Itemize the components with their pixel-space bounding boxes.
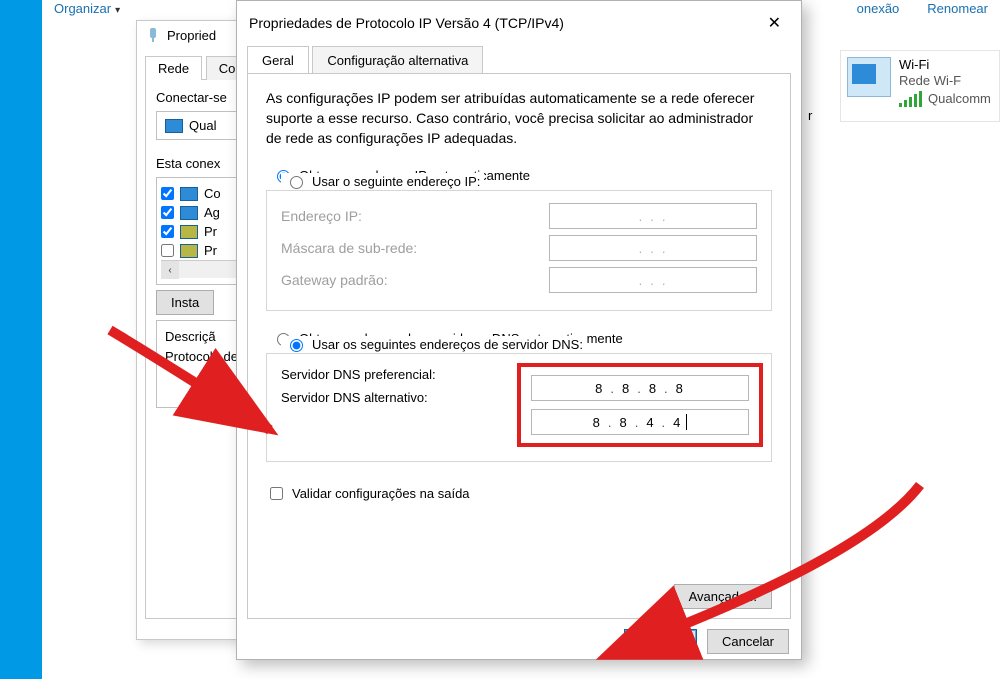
- rename-link[interactable]: Renomear: [927, 1, 988, 16]
- protocol-label: Co: [204, 186, 221, 201]
- radio-dns-manual[interactable]: [290, 339, 303, 352]
- protocol-checkbox[interactable]: [161, 225, 174, 238]
- dns-alternate-field[interactable]: 8. 8. 4. 4: [531, 409, 749, 435]
- wifi-adapter-icon: [847, 57, 891, 97]
- cancel-button[interactable]: Cancelar: [707, 629, 789, 654]
- protocol-label: Pr: [204, 243, 217, 258]
- adapter-window-title: Propried: [167, 28, 216, 43]
- desktop-blue-strip: [0, 0, 42, 679]
- protocol-icon: [180, 187, 198, 201]
- advanced-button[interactable]: Avançado...: [674, 584, 772, 609]
- signal-bars-icon: [899, 91, 922, 107]
- protocol-checkbox[interactable]: [161, 187, 174, 200]
- close-button[interactable]: ✕: [760, 11, 789, 35]
- wifi-name: Wi-Fi: [899, 57, 991, 73]
- tab-alternate-config[interactable]: Configuração alternativa: [312, 46, 483, 74]
- organize-menu[interactable]: Organizar: [54, 1, 120, 16]
- ip-address-label: Endereço IP:: [281, 208, 362, 224]
- wifi-network: Rede Wi-F: [899, 73, 991, 89]
- validate-checkbox[interactable]: [270, 487, 283, 500]
- dns-highlight-box: 8. 8. 8. 8 8. 8. 4. 4: [517, 363, 763, 447]
- ipv4-properties-dialog: Propriedades de Protocolo IP Versão 4 (T…: [236, 0, 802, 660]
- gateway-field: ...: [549, 267, 757, 293]
- validate-label: Validar configurações na saída: [292, 486, 470, 501]
- truncated-r: r: [808, 108, 812, 123]
- info-text: As configurações IP podem ser atribuídas…: [266, 88, 772, 148]
- gateway-label: Gateway padrão:: [281, 272, 388, 288]
- protocol-icon: [180, 244, 198, 258]
- ok-button[interactable]: OK: [624, 629, 697, 654]
- wifi-adapter-name: Qualcomm: [928, 91, 991, 107]
- adapter-icon: [165, 119, 183, 133]
- subnet-mask-label: Máscara de sub-rede:: [281, 240, 417, 256]
- connection-label-cut: onexão: [857, 1, 900, 16]
- protocol-checkbox[interactable]: [161, 206, 174, 219]
- adapter-name: Qual: [189, 118, 216, 133]
- dns-preferred-label: Servidor DNS preferencial:: [281, 367, 436, 382]
- radio-dns-manual-label: Usar os seguintes endereços de servidor …: [312, 337, 583, 352]
- dialog-titlebar: Propriedades de Protocolo IP Versão 4 (T…: [237, 1, 801, 45]
- scroll-left-button[interactable]: ‹: [161, 261, 179, 279]
- tab-rede[interactable]: Rede: [145, 56, 202, 80]
- protocol-label: Pr: [204, 224, 217, 239]
- protocol-checkbox[interactable]: [161, 244, 174, 257]
- dns-preferred-field[interactable]: 8. 8. 8. 8: [531, 375, 749, 401]
- radio-ip-manual[interactable]: [290, 176, 303, 189]
- radio-ip-manual-label: Usar o seguinte endereço IP:: [312, 174, 480, 189]
- protocol-label: Ag: [204, 205, 220, 220]
- protocol-icon: [180, 206, 198, 220]
- tab-general[interactable]: Geral: [247, 46, 309, 74]
- subnet-mask-field: ...: [549, 235, 757, 261]
- install-button[interactable]: Insta: [156, 290, 214, 315]
- wifi-adapter-tile[interactable]: Wi-Fi Rede Wi-F Qualcomm: [840, 50, 1000, 122]
- dialog-title: Propriedades de Protocolo IP Versão 4 (T…: [249, 15, 564, 31]
- protocol-icon: [180, 225, 198, 239]
- adapter-window-icon: [145, 27, 161, 43]
- dns-alternate-label: Servidor DNS alternativo:: [281, 390, 428, 405]
- ip-address-field: ...: [549, 203, 757, 229]
